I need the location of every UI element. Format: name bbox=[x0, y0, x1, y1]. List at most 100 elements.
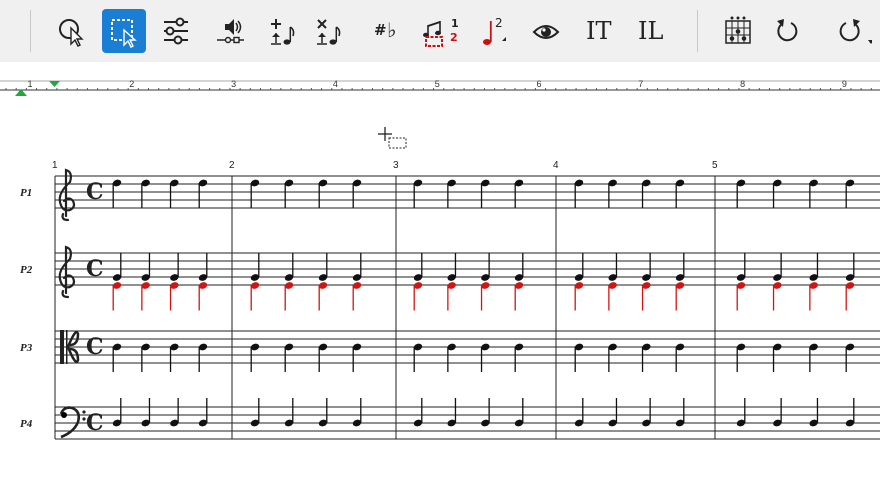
quarter-note-upper-voice[interactable] bbox=[480, 252, 490, 282]
voices-tool[interactable]: 1 2 bbox=[418, 9, 462, 53]
quarter-note-upper-voice[interactable] bbox=[284, 252, 294, 282]
quarter-note[interactable] bbox=[169, 398, 179, 427]
lyrics-tool[interactable]: IL bbox=[628, 9, 672, 53]
quarter-note[interactable] bbox=[480, 343, 490, 372]
staff-label[interactable]: P2 bbox=[20, 264, 33, 276]
quarter-note-lower-voice[interactable] bbox=[447, 281, 457, 311]
quarter-note-lower-voice[interactable] bbox=[809, 281, 819, 311]
quarter-note[interactable] bbox=[447, 343, 457, 372]
quarter-note[interactable] bbox=[480, 398, 490, 427]
quarter-note[interactable] bbox=[284, 398, 294, 427]
quarter-note[interactable] bbox=[736, 179, 746, 208]
score-view[interactable]: 1 2 3 4 5 P1 C P2 C P3 C P4 C bbox=[0, 98, 880, 495]
quarter-note[interactable] bbox=[675, 398, 685, 427]
select-pointer-tool[interactable] bbox=[50, 9, 94, 53]
quarter-note[interactable] bbox=[608, 179, 618, 208]
quarter-note[interactable] bbox=[413, 179, 423, 208]
quarter-note[interactable] bbox=[574, 343, 584, 372]
quarter-note-upper-voice[interactable] bbox=[141, 252, 151, 282]
quarter-note[interactable] bbox=[772, 398, 782, 427]
quarter-note-lower-voice[interactable] bbox=[772, 281, 782, 311]
quarter-note[interactable] bbox=[169, 179, 179, 208]
quarter-note-upper-voice[interactable] bbox=[736, 252, 746, 282]
quarter-note[interactable] bbox=[845, 179, 855, 208]
text-tool[interactable]: IT bbox=[576, 9, 620, 53]
quarter-note[interactable] bbox=[141, 343, 151, 372]
second-voice-tool[interactable]: 2 bbox=[470, 9, 514, 53]
quarter-note[interactable] bbox=[250, 398, 260, 427]
quarter-note[interactable] bbox=[250, 343, 260, 372]
quarter-note-upper-voice[interactable] bbox=[112, 252, 122, 282]
quarter-note[interactable] bbox=[675, 343, 685, 372]
quarter-note[interactable] bbox=[112, 179, 122, 208]
quarter-note[interactable] bbox=[447, 398, 457, 427]
quarter-note[interactable] bbox=[608, 343, 618, 372]
quarter-note[interactable] bbox=[284, 179, 294, 208]
region-select-tool[interactable] bbox=[102, 9, 146, 53]
quarter-note[interactable] bbox=[641, 398, 651, 427]
quarter-note[interactable] bbox=[809, 398, 819, 427]
quarter-note-upper-voice[interactable] bbox=[608, 252, 618, 282]
ruler-first-line-marker[interactable] bbox=[49, 81, 60, 87]
quarter-note[interactable] bbox=[352, 398, 362, 427]
quarter-note[interactable] bbox=[352, 343, 362, 372]
quarter-note-lower-voice[interactable] bbox=[413, 281, 423, 311]
quarter-note[interactable] bbox=[352, 179, 362, 208]
quarter-note[interactable] bbox=[318, 398, 328, 427]
quarter-note[interactable] bbox=[250, 179, 260, 208]
redo-button[interactable] bbox=[828, 9, 872, 53]
quarter-note[interactable] bbox=[809, 343, 819, 372]
quarter-note[interactable] bbox=[514, 398, 524, 427]
quarter-note[interactable] bbox=[318, 179, 328, 208]
accidentals-tool[interactable]: # ♭ bbox=[360, 9, 404, 53]
view-tool[interactable] bbox=[524, 9, 568, 53]
quarter-note[interactable] bbox=[141, 179, 151, 208]
quarter-note-lower-voice[interactable] bbox=[845, 281, 855, 311]
quarter-note-lower-voice[interactable] bbox=[141, 281, 151, 311]
quarter-note[interactable] bbox=[809, 179, 819, 208]
quarter-note[interactable] bbox=[845, 343, 855, 372]
quarter-note[interactable] bbox=[736, 343, 746, 372]
quarter-note[interactable] bbox=[141, 398, 151, 427]
quarter-note-lower-voice[interactable] bbox=[574, 281, 584, 311]
undo-button[interactable] bbox=[766, 9, 810, 53]
quarter-note-lower-voice[interactable] bbox=[641, 281, 651, 311]
quarter-note-lower-voice[interactable] bbox=[112, 281, 122, 311]
quarter-note[interactable] bbox=[112, 343, 122, 372]
quarter-note[interactable] bbox=[514, 179, 524, 208]
quarter-note[interactable] bbox=[198, 179, 208, 208]
quarter-note[interactable] bbox=[514, 343, 524, 372]
properties-tool[interactable] bbox=[154, 9, 198, 53]
playback-tool[interactable] bbox=[208, 9, 252, 53]
quarter-note[interactable] bbox=[169, 343, 179, 372]
quarter-note-upper-voice[interactable] bbox=[845, 252, 855, 282]
quarter-note[interactable] bbox=[112, 398, 122, 427]
quarter-note-upper-voice[interactable] bbox=[514, 252, 524, 282]
quarter-note-lower-voice[interactable] bbox=[352, 281, 362, 311]
delete-note-tool[interactable] bbox=[308, 9, 352, 53]
quarter-note-upper-voice[interactable] bbox=[413, 252, 423, 282]
quarter-note[interactable] bbox=[845, 398, 855, 427]
chord-diagram-tool[interactable] bbox=[716, 9, 760, 53]
quarter-note-upper-voice[interactable] bbox=[809, 252, 819, 282]
quarter-note[interactable] bbox=[413, 343, 423, 372]
quarter-note-lower-voice[interactable] bbox=[198, 281, 208, 311]
quarter-note-upper-voice[interactable] bbox=[169, 252, 179, 282]
quarter-note[interactable] bbox=[413, 398, 423, 427]
staff-label[interactable]: P1 bbox=[20, 187, 32, 199]
staff-label[interactable]: P3 bbox=[20, 342, 33, 354]
quarter-note-upper-voice[interactable] bbox=[447, 252, 457, 282]
quarter-note-upper-voice[interactable] bbox=[675, 252, 685, 282]
quarter-note[interactable] bbox=[641, 343, 651, 372]
quarter-note-lower-voice[interactable] bbox=[169, 281, 179, 311]
quarter-note-lower-voice[interactable] bbox=[675, 281, 685, 311]
quarter-note-lower-voice[interactable] bbox=[480, 281, 490, 311]
quarter-note-lower-voice[interactable] bbox=[514, 281, 524, 311]
quarter-note[interactable] bbox=[284, 343, 294, 372]
quarter-note[interactable] bbox=[772, 343, 782, 372]
quarter-note[interactable] bbox=[480, 179, 490, 208]
quarter-note[interactable] bbox=[447, 179, 457, 208]
add-note-tool[interactable] bbox=[262, 9, 306, 53]
quarter-note-upper-voice[interactable] bbox=[250, 252, 260, 282]
quarter-note[interactable] bbox=[574, 398, 584, 427]
